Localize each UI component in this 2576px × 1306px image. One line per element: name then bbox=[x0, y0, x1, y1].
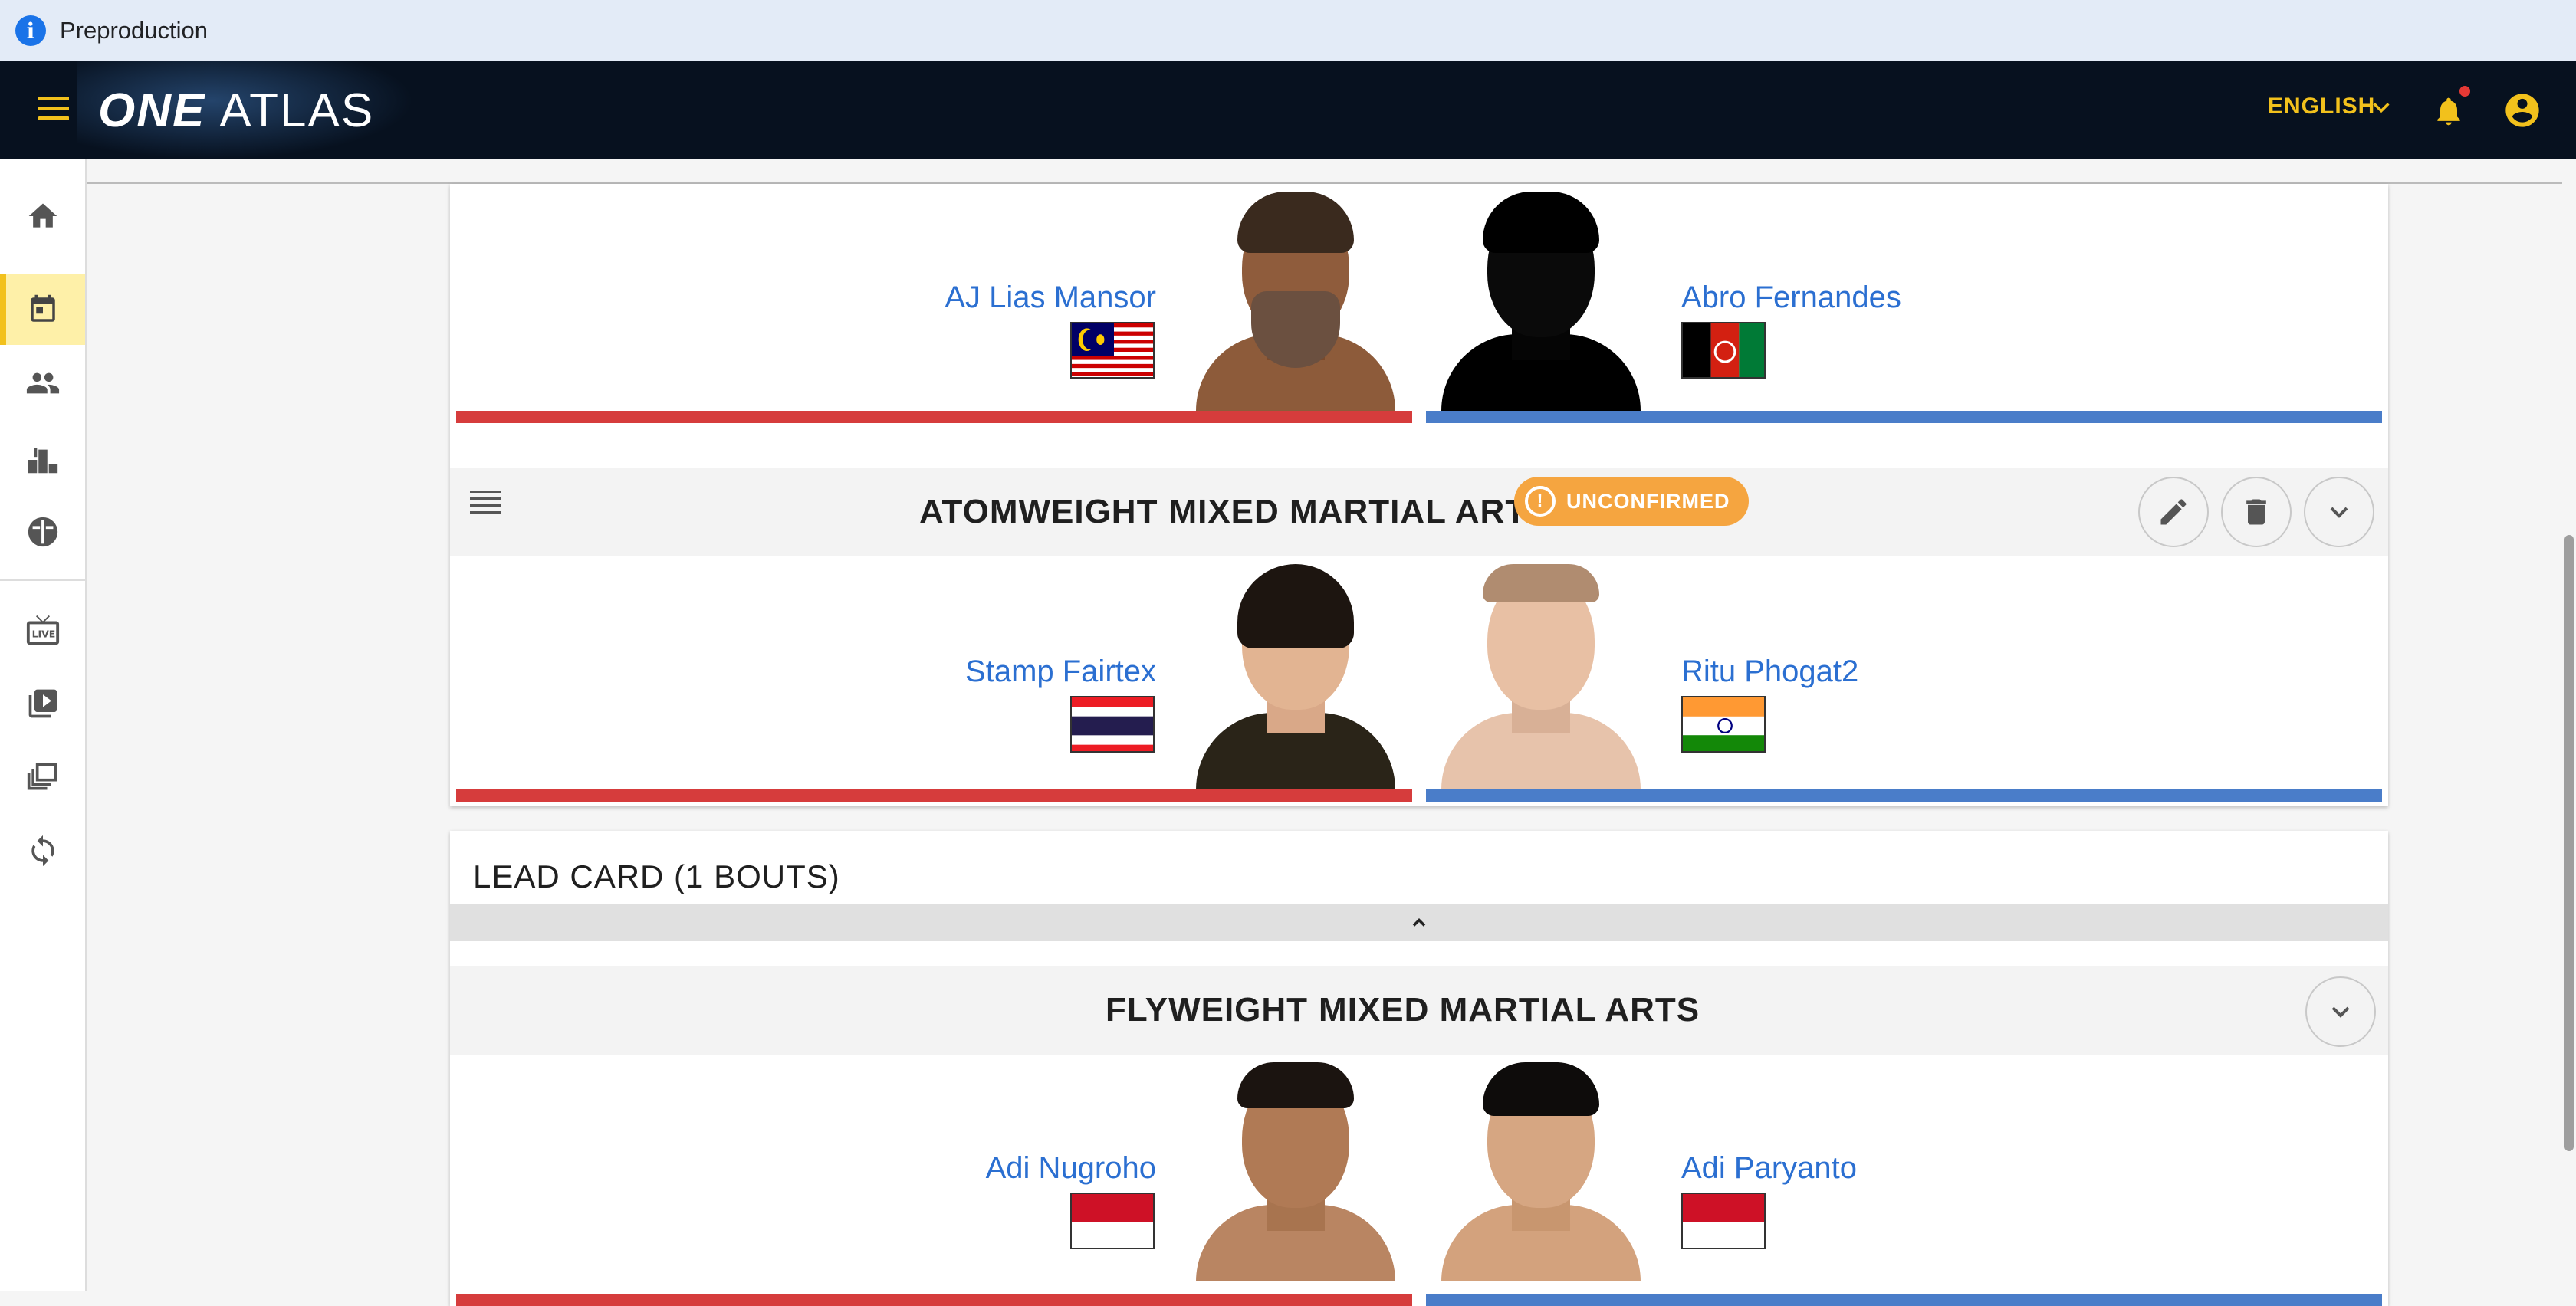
fighter-name[interactable]: Adi Nugroho bbox=[986, 1151, 1156, 1186]
app-logo[interactable]: ONE ATLAS bbox=[98, 83, 374, 138]
card-section-title: LEAD CARD (1 BOUTS) bbox=[473, 858, 840, 894]
rankings-icon bbox=[28, 448, 58, 474]
nav-events[interactable] bbox=[0, 274, 85, 345]
logo-atlas: ATLAS bbox=[219, 84, 375, 137]
red-corner-bar bbox=[456, 411, 1412, 423]
notification-dot bbox=[2459, 86, 2470, 97]
bouts-panel: AJ Lias Mansor Abro Fernandes ATOMWEIGHT… bbox=[450, 184, 2388, 806]
main-content: AJ Lias Mansor Abro Fernandes ATOMWEIGHT… bbox=[87, 159, 2576, 1306]
environment-label: Preproduction bbox=[60, 17, 209, 44]
red-corner-bar bbox=[456, 1294, 1412, 1306]
account-circle-icon[interactable] bbox=[2502, 90, 2542, 130]
expand-bout-button[interactable] bbox=[2304, 477, 2374, 547]
chevron-down-icon bbox=[2330, 507, 2348, 518]
video-library-icon bbox=[28, 689, 57, 718]
nav-live[interactable]: LIVE bbox=[0, 595, 85, 665]
red-corner-fighter[interactable]: Adi Nugroho bbox=[456, 1055, 1412, 1306]
expand-bout-button[interactable] bbox=[2305, 976, 2376, 1047]
fighter-name[interactable]: Abro Fernandes bbox=[1681, 281, 1901, 315]
fighter-name[interactable]: Ritu Phogat2 bbox=[1681, 655, 1858, 689]
bout-header: ATOMWEIGHT MIXED MARTIAL ARTS ! UNCONFIR… bbox=[450, 468, 2388, 556]
nav-rankings[interactable] bbox=[0, 425, 85, 495]
fighter-photo bbox=[1426, 1055, 1656, 1281]
bout-sport: MIXED MARTIAL ARTS bbox=[1168, 493, 1550, 530]
collections-icon bbox=[27, 763, 57, 790]
nav-athletes[interactable] bbox=[0, 348, 85, 418]
language-selector[interactable]: ENGLISH bbox=[2268, 94, 2375, 120]
blue-corner-bar bbox=[1426, 789, 2382, 802]
flag-indonesia bbox=[1070, 1193, 1155, 1249]
drag-handle-icon[interactable] bbox=[470, 491, 501, 514]
fighter-photo bbox=[1181, 1055, 1411, 1281]
side-navigation: LIVE bbox=[0, 159, 87, 1291]
alert-icon: ! bbox=[1525, 486, 1556, 517]
collapse-section-button[interactable] bbox=[450, 904, 2388, 941]
edit-icon bbox=[2160, 499, 2187, 525]
flag-malaysia bbox=[1070, 322, 1155, 379]
app-bar: ONE ATLAS bbox=[0, 61, 2576, 159]
fighter-photo bbox=[1181, 556, 1411, 789]
delete-bout-button[interactable] bbox=[2221, 477, 2292, 547]
environment-banner: i Preproduction bbox=[0, 0, 2576, 61]
gloves-icon bbox=[28, 517, 58, 547]
red-corner-fighter[interactable]: AJ Lias Mansor bbox=[456, 184, 1412, 423]
fighter-photo bbox=[1426, 556, 1656, 789]
nav-collections[interactable] bbox=[0, 742, 85, 812]
flag-indonesia bbox=[1681, 1193, 1766, 1249]
nav-divider bbox=[0, 579, 85, 581]
bout-title: FLYWEIGHT MIXED MARTIAL ARTS bbox=[1106, 966, 1700, 1055]
status-badge: ! UNCONFIRMED bbox=[1514, 477, 1749, 526]
flag-thailand bbox=[1070, 696, 1155, 753]
calendar-icon bbox=[30, 294, 55, 322]
home-icon bbox=[28, 203, 57, 228]
bout-header: FLYWEIGHT MIXED MARTIAL ARTS bbox=[450, 966, 2388, 1055]
fighter-name[interactable]: Stamp Fairtex bbox=[965, 655, 1156, 689]
fighter-photo bbox=[1181, 184, 1411, 411]
edit-bout-button[interactable] bbox=[2138, 477, 2209, 547]
notifications-icon[interactable] bbox=[2432, 92, 2466, 130]
nav-videos[interactable] bbox=[0, 668, 85, 739]
chevron-up-icon bbox=[1412, 918, 1426, 927]
nav-sync[interactable] bbox=[0, 815, 85, 886]
fighter-silhouette bbox=[1426, 184, 1656, 411]
live-tv-icon: LIVE bbox=[26, 615, 59, 645]
blue-corner-bar bbox=[1426, 1294, 2382, 1306]
scrollbar-thumb[interactable] bbox=[2564, 535, 2574, 1151]
delete-icon bbox=[2246, 499, 2266, 525]
logo-one: ONE bbox=[98, 84, 206, 137]
blue-corner-fighter[interactable]: Abro Fernandes bbox=[1426, 184, 2382, 423]
bout-weight-class: FLYWEIGHT bbox=[1106, 991, 1309, 1029]
blue-corner-fighter[interactable]: Adi Paryanto bbox=[1426, 1055, 2382, 1306]
svg-text:LIVE: LIVE bbox=[31, 628, 55, 640]
red-corner-fighter[interactable]: Stamp Fairtex bbox=[456, 556, 1412, 802]
menu-icon[interactable] bbox=[38, 97, 69, 124]
fighter-name[interactable]: AJ Lias Mansor bbox=[945, 281, 1156, 315]
chevron-down-icon bbox=[2331, 1006, 2350, 1018]
red-corner-bar bbox=[456, 789, 1412, 802]
chevron-down-icon[interactable] bbox=[2369, 97, 2394, 118]
people-icon bbox=[26, 372, 59, 394]
bout-sport: MIXED MARTIAL ARTS bbox=[1319, 991, 1700, 1029]
flag-afghanistan bbox=[1681, 322, 1766, 379]
info-icon: i bbox=[15, 15, 46, 46]
nav-home[interactable] bbox=[0, 181, 85, 251]
fighter-name[interactable]: Adi Paryanto bbox=[1681, 1151, 1857, 1186]
nav-gyms[interactable] bbox=[0, 497, 85, 567]
blue-corner-bar bbox=[1426, 411, 2382, 423]
lead-card-panel: LEAD CARD (1 BOUTS) FLYWEIGHT MIXED MART… bbox=[450, 831, 2388, 1306]
blue-corner-fighter[interactable]: Ritu Phogat2 bbox=[1426, 556, 2382, 802]
bout-title: ATOMWEIGHT MIXED MARTIAL ARTS bbox=[919, 468, 1550, 556]
bout-weight-class: ATOMWEIGHT bbox=[919, 493, 1158, 530]
sync-icon bbox=[31, 835, 54, 867]
flag-india bbox=[1681, 696, 1766, 753]
